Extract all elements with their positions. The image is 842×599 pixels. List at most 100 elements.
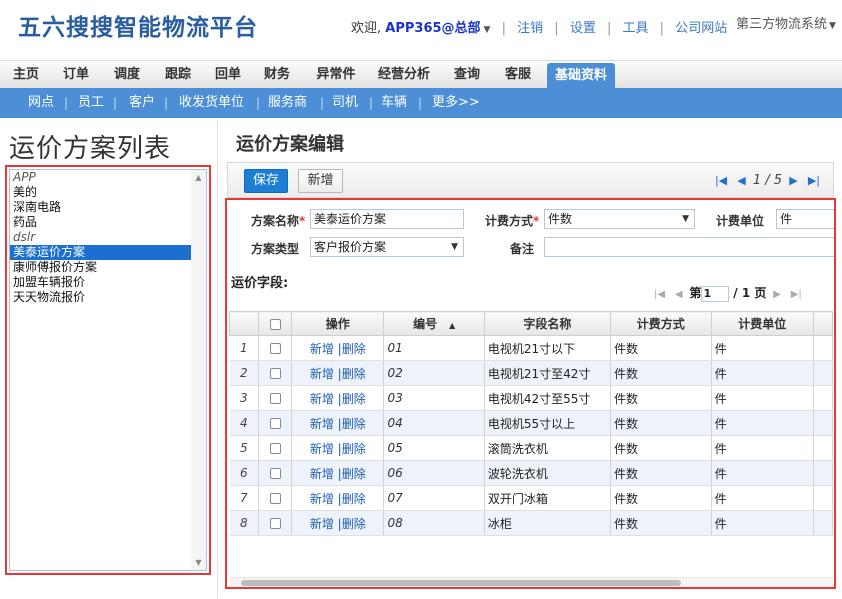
row-select-cell[interactable]	[258, 360, 293, 386]
last-page-icon[interactable]: ▶|	[808, 174, 820, 187]
next-page-icon[interactable]: ▶	[789, 174, 797, 187]
billing-unit-input[interactable]: 件	[776, 209, 834, 229]
billing-unit-cell[interactable]: 件	[711, 435, 814, 461]
list-item[interactable]: APP	[10, 170, 191, 185]
nav-tracking[interactable]: 跟踪	[157, 61, 199, 89]
billing-method-cell[interactable]: 件数	[610, 335, 712, 361]
subnav-customers[interactable]: 客户	[129, 88, 155, 118]
system-switch[interactable]: 第三方物流系统 ▼	[736, 13, 836, 32]
subnav-drivers[interactable]: 司机	[332, 88, 358, 118]
nav-finance[interactable]: 财务	[256, 61, 298, 89]
billing-unit-cell[interactable]: 件	[711, 460, 814, 486]
table-row[interactable]: 6 新增 |删除 06 波轮洗衣机 件数件	[229, 460, 833, 486]
list-scrollbar[interactable]: ▲ ▼	[191, 170, 206, 570]
billing-unit-cell[interactable]: 件	[711, 485, 814, 511]
logout-link[interactable]: 注销	[517, 21, 543, 36]
nav-home[interactable]: 主页	[6, 61, 46, 89]
nav-orders[interactable]: 订单	[56, 61, 96, 89]
list-item[interactable]: dslr	[10, 230, 191, 245]
row-select-cell[interactable]	[258, 460, 293, 486]
nav-analysis[interactable]: 经营分析	[371, 61, 437, 89]
row-checkbox[interactable]	[269, 443, 281, 454]
row-delete-link[interactable]: 删除	[342, 417, 366, 431]
user-menu[interactable]: APP365@总部	[385, 21, 480, 36]
field-name-cell[interactable]: 电视机42寸至55寸	[484, 385, 611, 411]
scrollbar-thumb[interactable]	[241, 580, 681, 586]
row-select-cell[interactable]	[258, 410, 293, 436]
row-delete-link[interactable]: 删除	[342, 517, 366, 531]
row-select-cell[interactable]	[258, 335, 293, 361]
plan-listbox[interactable]: APP 美的 深南电路 药品 dslr 美泰运价方案 康师傅报价方案 加盟车辆报…	[9, 169, 207, 571]
billing-method-cell[interactable]: 件数	[610, 435, 712, 461]
last-page-icon[interactable]: ▶|	[791, 289, 802, 300]
billing-unit-cell[interactable]: 件	[711, 385, 814, 411]
billing-method-cell[interactable]: 件数	[610, 360, 712, 386]
prev-page-icon[interactable]: ◀	[737, 174, 745, 187]
list-item[interactable]: 康师傅报价方案	[10, 260, 191, 275]
field-name-cell[interactable]: 电视机21寸以下	[484, 335, 611, 361]
subnav-more[interactable]: 更多>>	[432, 88, 480, 118]
list-item[interactable]: 天天物流报价	[10, 290, 191, 305]
list-item[interactable]: 深南电路	[10, 200, 191, 215]
list-item-selected[interactable]: 美泰运价方案	[10, 245, 191, 260]
subnav-vehicles[interactable]: 车辆	[381, 88, 407, 118]
field-name-cell[interactable]: 波轮洗衣机	[484, 460, 611, 486]
billing-method-select[interactable]: 件数 ▼	[544, 209, 695, 229]
subnav-consignors[interactable]: 收发货单位	[179, 88, 244, 118]
sort-asc-icon[interactable]: ▲	[449, 321, 455, 330]
field-code-cell[interactable]: 02	[383, 360, 485, 386]
field-name-cell[interactable]: 双开门冰箱	[484, 485, 611, 511]
chevron-down-icon[interactable]: ▼	[484, 25, 491, 35]
field-name-cell[interactable]: 电视机21寸至42寸	[484, 360, 611, 386]
billing-unit-cell[interactable]: 件	[711, 360, 814, 386]
subnav-staff[interactable]: 员工	[78, 88, 104, 118]
plan-name-input[interactable]: 美泰运价方案	[310, 209, 464, 229]
table-row[interactable]: 7 新增 |删除 07 双开门冰箱 件数件	[229, 485, 833, 511]
select-all-checkbox[interactable]	[269, 318, 281, 330]
row-checkbox[interactable]	[269, 518, 281, 529]
table-row[interactable]: 1 新增 |删除 01 电视机21寸以下 件数件	[229, 335, 833, 361]
row-delete-link[interactable]: 删除	[342, 342, 366, 356]
first-page-icon[interactable]: |◀	[715, 174, 727, 187]
select-all-header[interactable]	[258, 311, 293, 336]
field-name-cell[interactable]: 滚筒洗衣机	[484, 435, 611, 461]
nav-dispatch[interactable]: 调度	[106, 61, 148, 89]
billing-unit-cell[interactable]: 件	[711, 410, 814, 436]
row-checkbox[interactable]	[269, 368, 281, 379]
field-code-cell[interactable]: 08	[383, 510, 485, 536]
plan-type-select[interactable]: 客户报价方案 ▼	[310, 237, 464, 257]
table-row[interactable]: 3 新增 |删除 03 电视机42寸至55寸 件数件	[229, 385, 833, 411]
billing-method-cell[interactable]: 件数	[610, 485, 712, 511]
row-select-cell[interactable]	[258, 385, 293, 411]
grid-horizontal-scrollbar[interactable]	[229, 577, 833, 587]
list-item[interactable]: 美的	[10, 185, 191, 200]
billing-unit-cell[interactable]: 件	[711, 510, 814, 536]
billing-method-cell[interactable]: 件数	[610, 510, 712, 536]
row-delete-link[interactable]: 删除	[342, 367, 366, 381]
row-checkbox[interactable]	[269, 493, 281, 504]
grid-page-input[interactable]: 1	[701, 285, 730, 302]
field-name-cell[interactable]: 电视机55寸以上	[484, 410, 611, 436]
nav-service[interactable]: 客服	[497, 61, 539, 89]
table-row[interactable]: 8 新增 |删除 08 冰柜 件数件	[229, 510, 833, 536]
row-checkbox[interactable]	[269, 418, 281, 429]
list-item[interactable]: 加盟车辆报价	[10, 275, 191, 290]
row-add-link[interactable]: 新增	[310, 467, 334, 481]
table-row[interactable]: 4 新增 |删除 04 电视机55寸以上 件数件	[229, 410, 833, 436]
row-add-link[interactable]: 新增	[310, 342, 334, 356]
row-checkbox[interactable]	[269, 343, 281, 354]
row-select-cell[interactable]	[258, 510, 293, 536]
field-code-cell[interactable]: 05	[383, 435, 485, 461]
company-site-link[interactable]: 公司网站	[675, 21, 727, 36]
row-select-cell[interactable]	[258, 485, 293, 511]
field-code-cell[interactable]: 06	[383, 460, 485, 486]
table-row[interactable]: 2 新增 |删除 02 电视机21寸至42寸 件数件	[229, 360, 833, 386]
column-header-billing-method[interactable]: 计费方式	[609, 311, 712, 336]
first-page-icon[interactable]: |◀	[654, 289, 665, 300]
settings-link[interactable]: 设置	[570, 21, 596, 36]
billing-method-cell[interactable]: 件数	[610, 410, 712, 436]
scroll-up-icon[interactable]: ▲	[191, 170, 206, 185]
column-header-billing-unit[interactable]: 计费单位	[710, 311, 814, 336]
row-add-link[interactable]: 新增	[310, 442, 334, 456]
row-select-cell[interactable]	[258, 435, 293, 461]
